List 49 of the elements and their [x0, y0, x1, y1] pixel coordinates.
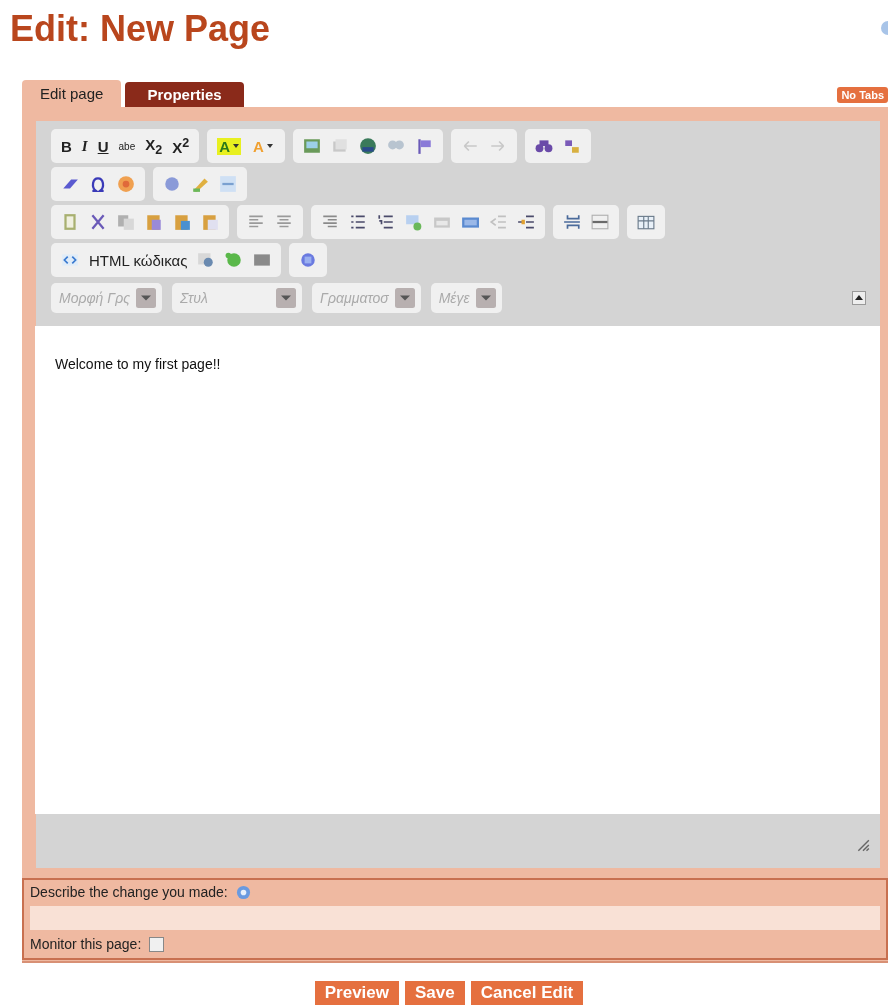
monitor-checkbox[interactable]	[149, 936, 165, 952]
cut-icon[interactable]	[89, 213, 107, 231]
outdent-icon[interactable]	[489, 213, 507, 231]
tab[interactable]: Properties	[125, 82, 244, 107]
bullet-list-icon[interactable]	[349, 213, 367, 231]
numbered-list-icon[interactable]	[377, 213, 395, 231]
speech-bubble-icon[interactable]	[405, 213, 423, 231]
image-icon[interactable]	[302, 137, 321, 155]
replace-icon[interactable]	[562, 137, 581, 155]
globe-icon[interactable]	[358, 137, 377, 155]
format-button[interactable]: X$_{2}$	[145, 135, 163, 157]
sphere-icon[interactable]	[163, 175, 181, 193]
source-button[interactable]: HTML κώδικας	[89, 251, 188, 269]
format-button[interactable]: abe	[118, 140, 136, 152]
caret-icon	[266, 144, 273, 148]
indent-icon[interactable]	[517, 213, 535, 231]
find-icon[interactable]	[534, 137, 553, 155]
resize-handle-icon[interactable]	[856, 838, 870, 852]
document-icon[interactable]	[61, 213, 79, 231]
table-icon[interactable]	[637, 213, 655, 231]
page-title: Edit: New Page	[10, 8, 271, 50]
paste-word-icon[interactable]	[201, 213, 219, 231]
format-button[interactable]: B	[61, 137, 72, 155]
block-icon[interactable]	[253, 251, 272, 269]
content-text: Welcome to my first page!!	[55, 356, 222, 372]
page-break-icon[interactable]	[563, 213, 581, 231]
format-button[interactable]: I	[81, 137, 88, 155]
dropdown-label: Γραμματοσ	[320, 290, 389, 306]
editor-content[interactable]: Welcome to my first page!!	[35, 326, 880, 814]
collapse-toolbar-icon[interactable]	[852, 291, 866, 305]
form-icon[interactable]	[219, 175, 237, 193]
color-button[interactable]: A	[217, 137, 241, 155]
dropdown-label: Μέγε	[438, 290, 470, 306]
copy-icon[interactable]	[117, 213, 135, 231]
caret-icon	[233, 144, 239, 148]
tab[interactable]: Edit page	[22, 80, 122, 107]
code-icon[interactable]	[61, 251, 79, 269]
monitor-label: Monitor this page:	[30, 936, 142, 952]
format-button[interactable]: X$^{2}$	[172, 136, 190, 156]
format-button[interactable]: U	[97, 137, 109, 155]
paste-text-icon[interactable]	[173, 213, 191, 231]
paste-icon[interactable]	[145, 213, 163, 231]
dropdown-label: Μορφή Γρς	[59, 290, 131, 306]
dropdown-label: Στυλ	[180, 290, 209, 306]
preview-icon[interactable]	[197, 251, 216, 269]
summary-label: Describe the change you made:	[30, 884, 228, 900]
summary-field[interactable]	[30, 906, 880, 930]
pencil-icon[interactable]	[191, 175, 209, 193]
omega-icon[interactable]	[89, 175, 107, 193]
